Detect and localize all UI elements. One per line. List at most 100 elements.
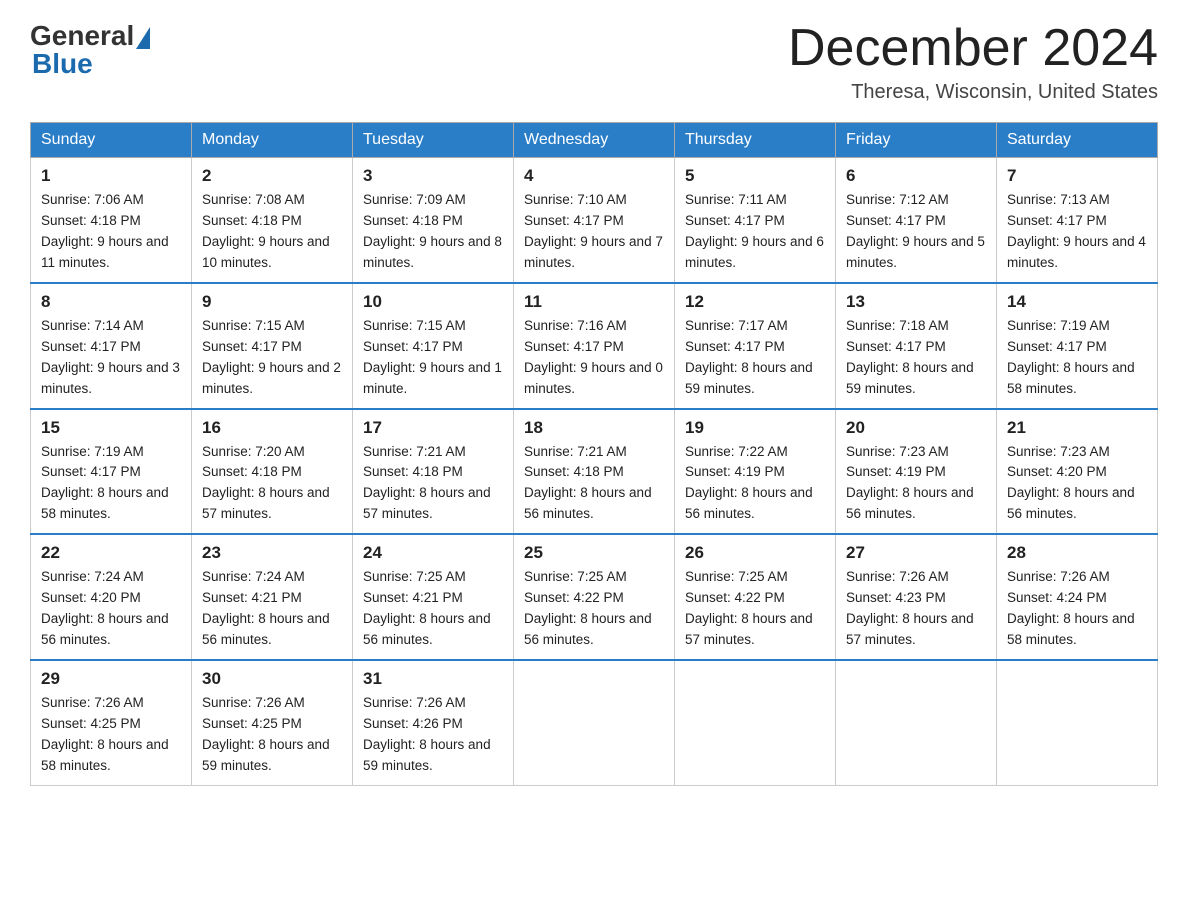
- calendar-cell: 27 Sunrise: 7:26 AMSunset: 4:23 PMDaylig…: [836, 534, 997, 660]
- day-info: Sunrise: 7:11 AMSunset: 4:17 PMDaylight:…: [685, 190, 825, 274]
- location-subtitle: Theresa, Wisconsin, United States: [788, 81, 1158, 104]
- calendar-cell: 21 Sunrise: 7:23 AMSunset: 4:20 PMDaylig…: [997, 409, 1158, 535]
- calendar-cell: [514, 660, 675, 785]
- day-info: Sunrise: 7:08 AMSunset: 4:18 PMDaylight:…: [202, 190, 342, 274]
- day-info: Sunrise: 7:15 AMSunset: 4:17 PMDaylight:…: [363, 316, 503, 400]
- calendar-cell: 9 Sunrise: 7:15 AMSunset: 4:17 PMDayligh…: [192, 283, 353, 409]
- day-number: 12: [685, 292, 825, 312]
- day-number: 7: [1007, 166, 1147, 186]
- day-number: 6: [846, 166, 986, 186]
- calendar-header-row: SundayMondayTuesdayWednesdayThursdayFrid…: [31, 123, 1158, 158]
- calendar-cell: 22 Sunrise: 7:24 AMSunset: 4:20 PMDaylig…: [31, 534, 192, 660]
- calendar-week-row: 8 Sunrise: 7:14 AMSunset: 4:17 PMDayligh…: [31, 283, 1158, 409]
- calendar-cell: 5 Sunrise: 7:11 AMSunset: 4:17 PMDayligh…: [675, 158, 836, 283]
- day-number: 2: [202, 166, 342, 186]
- day-info: Sunrise: 7:25 AMSunset: 4:22 PMDaylight:…: [524, 567, 664, 651]
- day-number: 15: [41, 418, 181, 438]
- calendar-week-row: 29 Sunrise: 7:26 AMSunset: 4:25 PMDaylig…: [31, 660, 1158, 785]
- day-info: Sunrise: 7:21 AMSunset: 4:18 PMDaylight:…: [524, 442, 664, 526]
- day-info: Sunrise: 7:26 AMSunset: 4:24 PMDaylight:…: [1007, 567, 1147, 651]
- day-info: Sunrise: 7:19 AMSunset: 4:17 PMDaylight:…: [1007, 316, 1147, 400]
- day-number: 22: [41, 543, 181, 563]
- day-info: Sunrise: 7:20 AMSunset: 4:18 PMDaylight:…: [202, 442, 342, 526]
- day-number: 9: [202, 292, 342, 312]
- calendar-cell: [997, 660, 1158, 785]
- day-number: 19: [685, 418, 825, 438]
- calendar-cell: 23 Sunrise: 7:24 AMSunset: 4:21 PMDaylig…: [192, 534, 353, 660]
- page-header: General Blue December 2024 Theresa, Wisc…: [30, 20, 1158, 104]
- calendar-cell: 17 Sunrise: 7:21 AMSunset: 4:18 PMDaylig…: [353, 409, 514, 535]
- day-header-friday: Friday: [836, 123, 997, 158]
- logo-triangle-icon: [136, 27, 150, 49]
- day-info: Sunrise: 7:21 AMSunset: 4:18 PMDaylight:…: [363, 442, 503, 526]
- day-number: 26: [685, 543, 825, 563]
- day-number: 18: [524, 418, 664, 438]
- day-info: Sunrise: 7:26 AMSunset: 4:25 PMDaylight:…: [41, 693, 181, 777]
- day-info: Sunrise: 7:26 AMSunset: 4:26 PMDaylight:…: [363, 693, 503, 777]
- calendar-cell: 1 Sunrise: 7:06 AMSunset: 4:18 PMDayligh…: [31, 158, 192, 283]
- day-number: 21: [1007, 418, 1147, 438]
- calendar-cell: 2 Sunrise: 7:08 AMSunset: 4:18 PMDayligh…: [192, 158, 353, 283]
- calendar-cell: 12 Sunrise: 7:17 AMSunset: 4:17 PMDaylig…: [675, 283, 836, 409]
- calendar-table: SundayMondayTuesdayWednesdayThursdayFrid…: [30, 122, 1158, 785]
- day-header-tuesday: Tuesday: [353, 123, 514, 158]
- calendar-cell: 10 Sunrise: 7:15 AMSunset: 4:17 PMDaylig…: [353, 283, 514, 409]
- calendar-cell: 13 Sunrise: 7:18 AMSunset: 4:17 PMDaylig…: [836, 283, 997, 409]
- calendar-cell: 6 Sunrise: 7:12 AMSunset: 4:17 PMDayligh…: [836, 158, 997, 283]
- day-info: Sunrise: 7:26 AMSunset: 4:23 PMDaylight:…: [846, 567, 986, 651]
- day-number: 3: [363, 166, 503, 186]
- day-number: 1: [41, 166, 181, 186]
- day-header-monday: Monday: [192, 123, 353, 158]
- day-header-sunday: Sunday: [31, 123, 192, 158]
- title-block: December 2024 Theresa, Wisconsin, United…: [788, 20, 1158, 104]
- day-number: 28: [1007, 543, 1147, 563]
- calendar-cell: 18 Sunrise: 7:21 AMSunset: 4:18 PMDaylig…: [514, 409, 675, 535]
- calendar-cell: 19 Sunrise: 7:22 AMSunset: 4:19 PMDaylig…: [675, 409, 836, 535]
- calendar-cell: [836, 660, 997, 785]
- day-number: 11: [524, 292, 664, 312]
- logo: General Blue: [30, 20, 150, 80]
- day-info: Sunrise: 7:23 AMSunset: 4:19 PMDaylight:…: [846, 442, 986, 526]
- day-number: 4: [524, 166, 664, 186]
- day-number: 29: [41, 669, 181, 689]
- calendar-cell: 30 Sunrise: 7:26 AMSunset: 4:25 PMDaylig…: [192, 660, 353, 785]
- calendar-cell: 25 Sunrise: 7:25 AMSunset: 4:22 PMDaylig…: [514, 534, 675, 660]
- calendar-cell: 14 Sunrise: 7:19 AMSunset: 4:17 PMDaylig…: [997, 283, 1158, 409]
- calendar-cell: 16 Sunrise: 7:20 AMSunset: 4:18 PMDaylig…: [192, 409, 353, 535]
- calendar-cell: 24 Sunrise: 7:25 AMSunset: 4:21 PMDaylig…: [353, 534, 514, 660]
- calendar-cell: 15 Sunrise: 7:19 AMSunset: 4:17 PMDaylig…: [31, 409, 192, 535]
- day-number: 13: [846, 292, 986, 312]
- day-number: 27: [846, 543, 986, 563]
- day-number: 8: [41, 292, 181, 312]
- day-info: Sunrise: 7:24 AMSunset: 4:21 PMDaylight:…: [202, 567, 342, 651]
- calendar-cell: 28 Sunrise: 7:26 AMSunset: 4:24 PMDaylig…: [997, 534, 1158, 660]
- day-info: Sunrise: 7:19 AMSunset: 4:17 PMDaylight:…: [41, 442, 181, 526]
- day-info: Sunrise: 7:22 AMSunset: 4:19 PMDaylight:…: [685, 442, 825, 526]
- calendar-cell: 29 Sunrise: 7:26 AMSunset: 4:25 PMDaylig…: [31, 660, 192, 785]
- day-info: Sunrise: 7:25 AMSunset: 4:22 PMDaylight:…: [685, 567, 825, 651]
- day-info: Sunrise: 7:26 AMSunset: 4:25 PMDaylight:…: [202, 693, 342, 777]
- calendar-cell: 4 Sunrise: 7:10 AMSunset: 4:17 PMDayligh…: [514, 158, 675, 283]
- day-info: Sunrise: 7:25 AMSunset: 4:21 PMDaylight:…: [363, 567, 503, 651]
- logo-blue-text: Blue: [32, 48, 93, 80]
- calendar-week-row: 22 Sunrise: 7:24 AMSunset: 4:20 PMDaylig…: [31, 534, 1158, 660]
- calendar-week-row: 1 Sunrise: 7:06 AMSunset: 4:18 PMDayligh…: [31, 158, 1158, 283]
- day-number: 17: [363, 418, 503, 438]
- day-number: 10: [363, 292, 503, 312]
- calendar-cell: [675, 660, 836, 785]
- day-number: 31: [363, 669, 503, 689]
- calendar-cell: 31 Sunrise: 7:26 AMSunset: 4:26 PMDaylig…: [353, 660, 514, 785]
- day-number: 23: [202, 543, 342, 563]
- day-info: Sunrise: 7:09 AMSunset: 4:18 PMDaylight:…: [363, 190, 503, 274]
- day-number: 14: [1007, 292, 1147, 312]
- month-title: December 2024: [788, 20, 1158, 77]
- day-info: Sunrise: 7:06 AMSunset: 4:18 PMDaylight:…: [41, 190, 181, 274]
- calendar-cell: 3 Sunrise: 7:09 AMSunset: 4:18 PMDayligh…: [353, 158, 514, 283]
- day-number: 5: [685, 166, 825, 186]
- day-header-thursday: Thursday: [675, 123, 836, 158]
- day-number: 24: [363, 543, 503, 563]
- day-info: Sunrise: 7:16 AMSunset: 4:17 PMDaylight:…: [524, 316, 664, 400]
- day-header-wednesday: Wednesday: [514, 123, 675, 158]
- day-number: 16: [202, 418, 342, 438]
- day-info: Sunrise: 7:12 AMSunset: 4:17 PMDaylight:…: [846, 190, 986, 274]
